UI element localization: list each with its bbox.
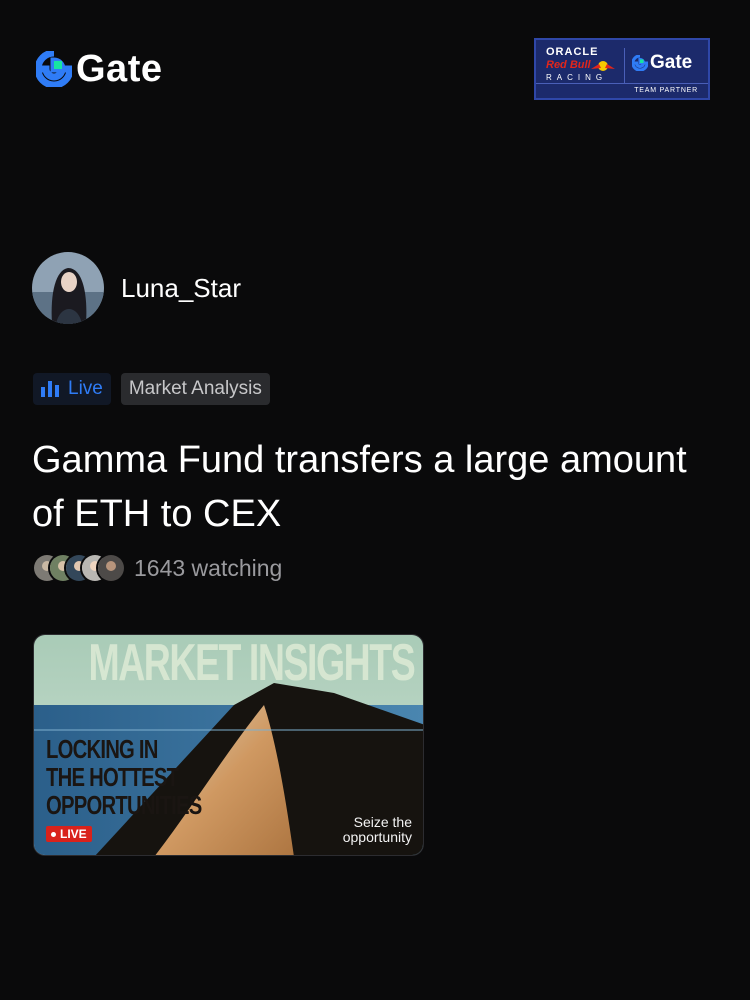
live-stream-card[interactable]: MARKET INSIGHTS LOCKING IN THE HOTTEST O… [33, 634, 424, 856]
headline: Gamma Fund transfers a large amount of E… [32, 439, 687, 535]
watching-count: 1643 watching [134, 554, 283, 581]
partner-divider [624, 48, 625, 86]
live-badge: LIVE [46, 826, 92, 842]
avatar-image [32, 252, 104, 324]
partner-caption: TEAM PARTNER [536, 83, 708, 98]
partner-oracle-text: ORACLE [546, 46, 599, 58]
category-tag[interactable]: Market Analysis [120, 373, 270, 405]
gate-logo: Gate [36, 50, 162, 88]
watchers-row: 1643 watching [32, 553, 282, 583]
live-tag[interactable]: Live [33, 373, 111, 405]
card-cta: Seize the opportunity [343, 815, 412, 845]
live-tag-label: Live [68, 378, 103, 399]
author-row[interactable]: Luna_Star [32, 252, 241, 324]
partner-gate-text: Gate [650, 52, 693, 73]
partner-gate-logo: Gate [632, 52, 692, 74]
gate-logo-text: Gate [76, 48, 163, 90]
card-tagline-line: THE HOTTEST [46, 762, 179, 792]
card-cta-line: opportunity [342, 829, 412, 845]
live-badge-label: LIVE [60, 827, 87, 841]
card-tagline-line: OPPORTUNITIES [46, 790, 202, 820]
gate-logo-icon [632, 55, 648, 71]
partner-racing-text: RACING [546, 73, 608, 82]
card-cta-line: Seize the [353, 814, 412, 830]
viewer-avatar [96, 553, 126, 583]
live-dot-icon [51, 831, 56, 837]
viewer-avatars [32, 553, 126, 583]
card-tagline: LOCKING IN THE HOTTEST OPPORTUNITIES [46, 735, 202, 819]
tag-row: Live Market Analysis [33, 373, 270, 405]
avatar[interactable] [32, 252, 104, 324]
red-bull-icon [591, 61, 615, 71]
card-banner-title: MARKET INSIGHTS [88, 634, 415, 692]
live-bars-icon [41, 381, 59, 397]
card-tagline-line: LOCKING IN [46, 734, 158, 764]
author-name[interactable]: Luna_Star [121, 273, 241, 304]
gate-logo-icon [36, 51, 72, 87]
partner-redbull-text: Red Bull [546, 59, 591, 71]
partner-badge: ORACLE Red Bull RACING Gate TEAM PARTNER [534, 38, 710, 100]
